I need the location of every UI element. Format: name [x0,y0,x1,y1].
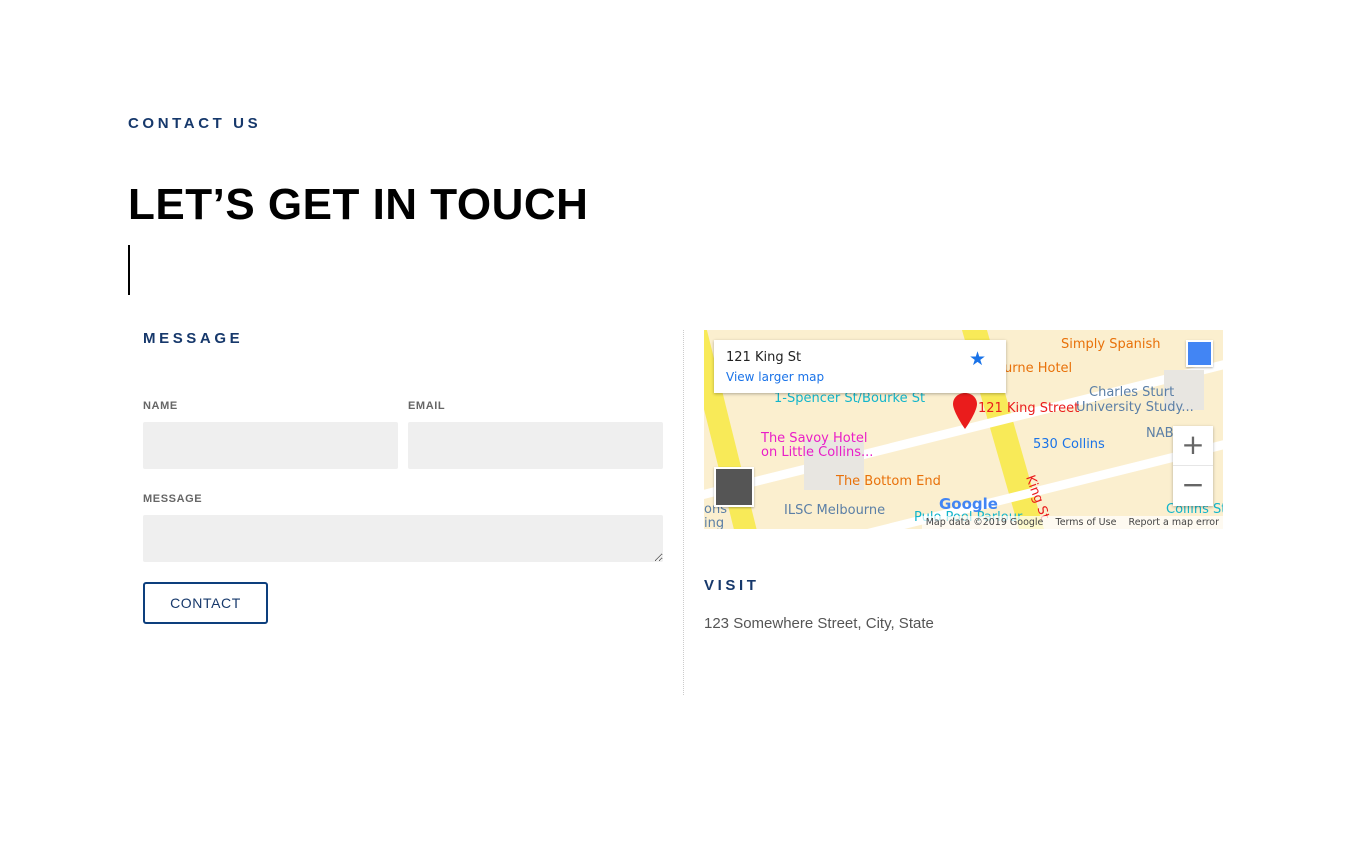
map-label: The Bottom End [836,474,941,489]
star-icon[interactable]: ★ [969,348,986,370]
message-textarea[interactable] [143,515,663,562]
contact-button[interactable]: CONTACT [143,582,268,624]
satellite-toggle[interactable] [714,467,754,507]
marker-label: 121 King Street [978,401,1080,416]
map-label: The Savoy Hotel [761,431,868,446]
map-label: 530 Collins [1033,437,1105,452]
map-label: 1-Spencer St/Bourke St [774,391,926,406]
map-label: urne Hotel [1004,361,1073,376]
pegman-icon[interactable] [1186,340,1213,367]
email-label: EMAIL [408,400,446,412]
map-marker-icon[interactable] [952,392,978,430]
message-section-title: MESSAGE [143,330,244,347]
zoom-out-button[interactable]: − [1173,466,1213,506]
accent-bar [128,245,130,295]
map-label: Simply Spanish [1061,337,1161,352]
map-embed[interactable]: Simply Spanish urne Hotel 1-Spencer St/B… [704,330,1223,529]
map-data-text: Map data ©2019 Google [925,517,1044,528]
email-input[interactable] [408,422,663,469]
visit-title: VISIT [704,577,760,594]
map-label: on Little Collins... [761,445,874,460]
map-attribution: Map data ©2019 Google Terms of Use Repor… [921,516,1223,529]
map-label: Charles Sturt [1089,385,1175,400]
report-error-link[interactable]: Report a map error [1129,517,1219,528]
name-label: NAME [143,400,178,412]
view-larger-map-link[interactable]: View larger map [726,370,824,384]
name-input[interactable] [143,422,398,469]
map-label: ing [704,516,725,529]
zoom-in-button[interactable]: + [1173,426,1213,466]
message-label: MESSAGE [143,493,203,505]
page-title: LET’S GET IN TOUCH [128,180,589,229]
eyebrow: CONTACT US [128,115,262,132]
google-logo: Google [939,495,998,513]
terms-link[interactable]: Terms of Use [1056,517,1117,528]
map-label: ILSC Melbourne [784,503,886,518]
column-divider [683,330,684,695]
place-card: 121 King St View larger map ★ [714,340,1006,393]
zoom-controls: + − [1173,426,1213,506]
place-name: 121 King St [726,350,802,365]
visit-address: 123 Somewhere Street, City, State [704,615,934,632]
map-label: University Study... [1076,400,1194,415]
map-label: NAB [1146,426,1174,441]
